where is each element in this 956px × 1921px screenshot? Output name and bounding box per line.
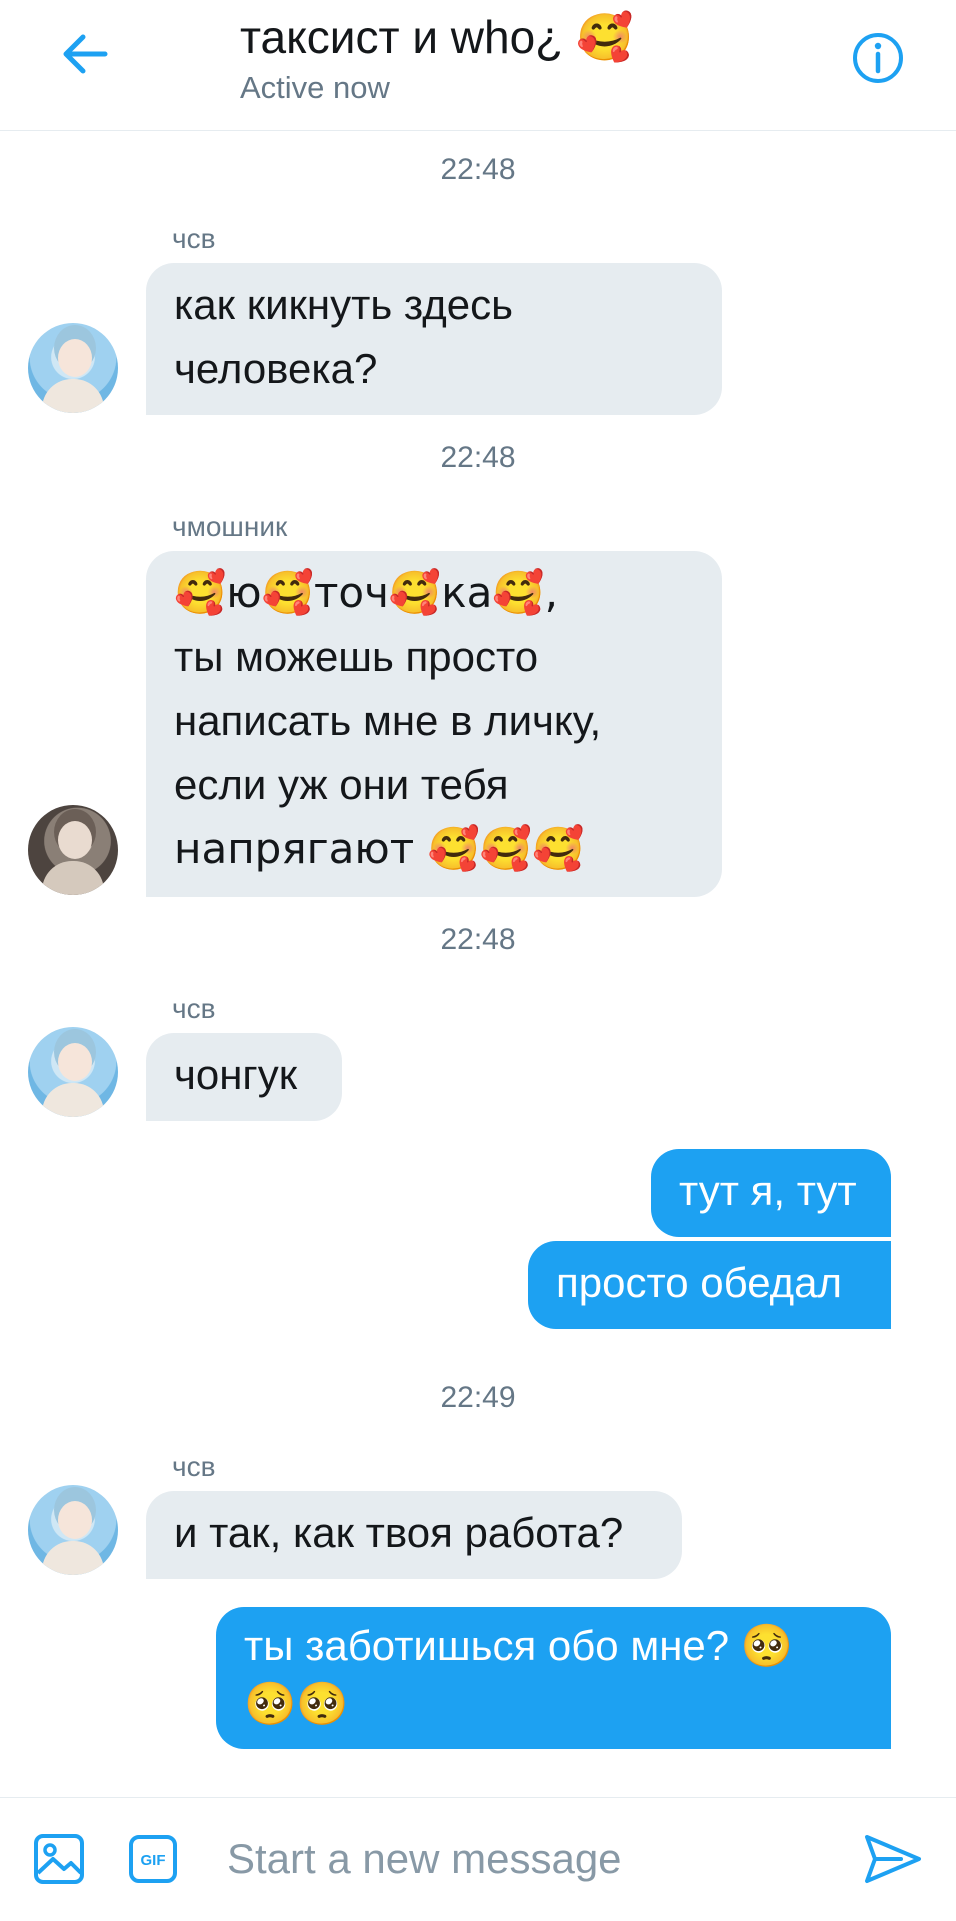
avatar[interactable] xyxy=(28,805,118,895)
timestamp: 22:49 xyxy=(440,1381,516,1414)
message-text: как кикнуть здесь xyxy=(174,281,513,328)
gif-label: GIF xyxy=(141,1852,166,1869)
message-text: человека? xyxy=(174,345,378,392)
sender-name: чсв xyxy=(172,1451,216,1482)
message-text: напрягают 🥰🥰🥰 xyxy=(174,824,585,873)
send-icon xyxy=(865,1835,921,1883)
message-composer: GIF xyxy=(0,1797,956,1921)
avatar[interactable] xyxy=(28,1027,118,1117)
info-icon xyxy=(853,33,903,83)
message-text: написать мне в личку, xyxy=(174,697,602,744)
avatar[interactable] xyxy=(28,1485,118,1575)
avatar[interactable] xyxy=(28,323,118,413)
presence-status: Active now xyxy=(240,70,390,105)
gif-icon: GIF xyxy=(129,1835,177,1883)
message-bubble-incoming[interactable]: и так, как твоя работа? xyxy=(146,1491,682,1579)
sender-name: чмошник xyxy=(172,511,288,542)
info-button[interactable] xyxy=(848,28,908,88)
message-text: если уж они тебя xyxy=(174,761,509,808)
message-text: 🥺🥺 xyxy=(244,1679,349,1728)
add-media-button[interactable] xyxy=(30,1830,88,1888)
message-bubble-outgoing[interactable]: ты заботишься обо мне? 🥺 🥺🥺 xyxy=(216,1607,891,1749)
timestamp: 22:48 xyxy=(440,153,516,186)
sender-name: чсв xyxy=(172,223,216,254)
message-text: и так, как твоя работа? xyxy=(174,1509,624,1556)
back-arrow-icon xyxy=(63,34,108,74)
message-bubble-incoming[interactable]: 🥰ю🥰точ🥰ка🥰, ты можешь просто написать мн… xyxy=(146,551,722,897)
message-bubble-incoming[interactable]: чонгук xyxy=(146,1033,342,1121)
gif-button[interactable]: GIF xyxy=(127,1833,179,1885)
message-text: просто обедал xyxy=(556,1259,843,1306)
timestamp: 22:48 xyxy=(440,441,516,474)
message-text: ты заботишься обо мне? 🥺 xyxy=(244,1622,794,1669)
back-button[interactable] xyxy=(55,28,115,80)
conversation-title-block[interactable]: таксист и who¿ 🥰 Active now xyxy=(240,8,633,108)
sender-name: чсв xyxy=(172,993,216,1024)
conversation-title: таксист и who¿ 🥰 xyxy=(240,11,634,63)
message-text: 🥰ю🥰точ🥰ка🥰, xyxy=(174,568,558,617)
image-icon xyxy=(34,1834,84,1884)
message-list[interactable]: 22:48 чсв как кикнуть здесь человека? 22… xyxy=(0,131,956,1796)
send-button[interactable] xyxy=(862,1828,924,1890)
message-text: чонгук xyxy=(174,1051,298,1098)
message-text: тут я, тут xyxy=(679,1167,857,1214)
message-input[interactable] xyxy=(225,1826,829,1892)
message-bubble-incoming[interactable]: как кикнуть здесь человека? xyxy=(146,263,722,415)
timestamp: 22:48 xyxy=(440,923,516,956)
conversation-header: таксист и who¿ 🥰 Active now xyxy=(0,0,956,131)
message-text: ты можешь просто xyxy=(174,633,539,680)
message-bubble-outgoing[interactable]: просто обедал xyxy=(528,1241,891,1329)
message-bubble-outgoing[interactable]: тут я, тут xyxy=(651,1149,891,1237)
